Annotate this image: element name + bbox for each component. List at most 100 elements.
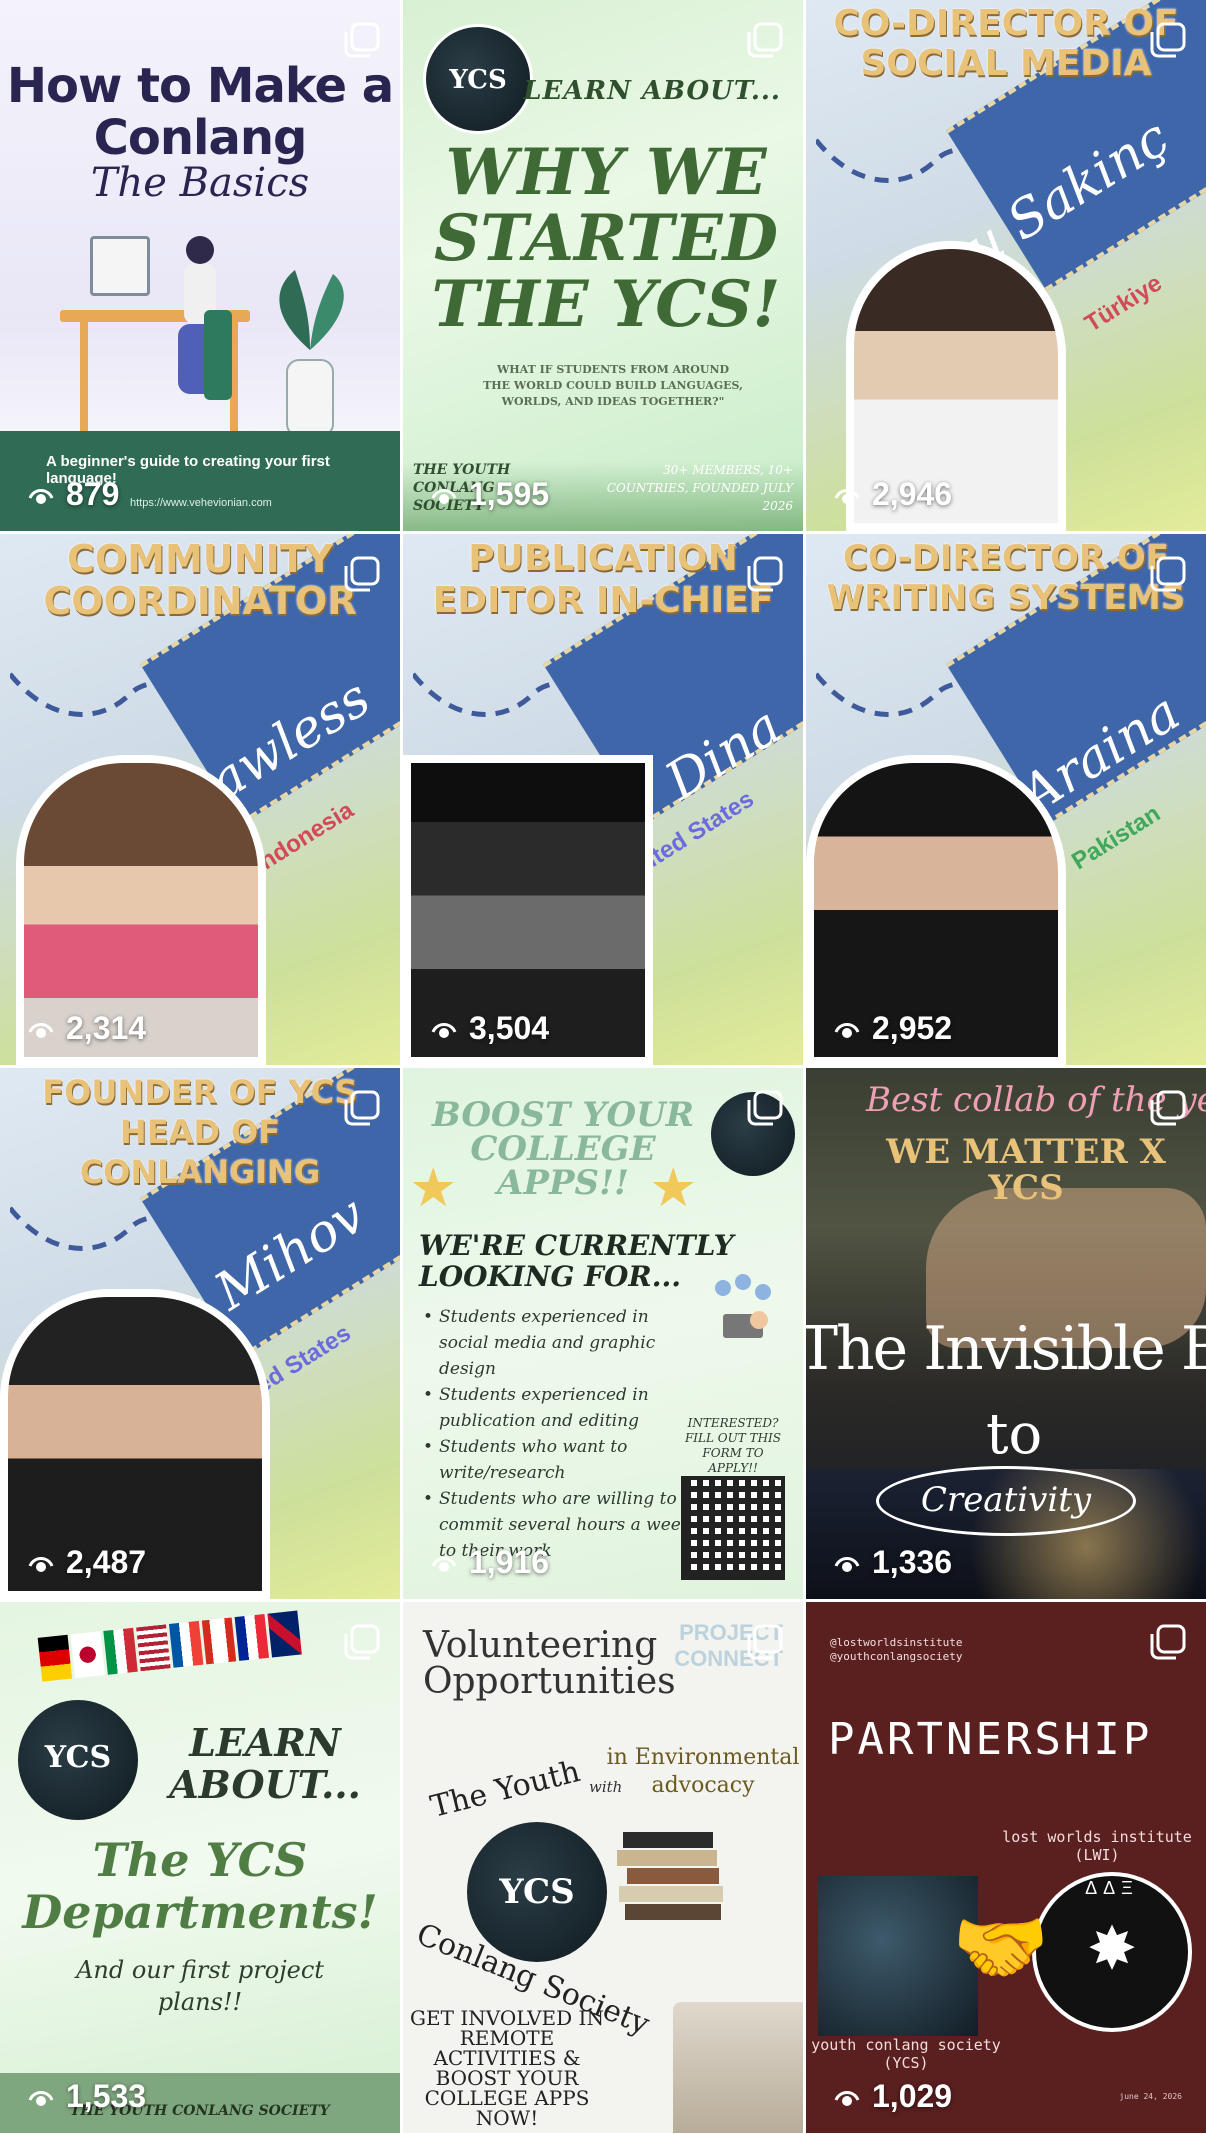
headline-highlight: Creativity xyxy=(876,1466,1136,1536)
post-tile-departments[interactable]: YCS LEARN ABOUT... The YCS Departments! … xyxy=(0,1602,400,2133)
post-headline: Volunteering Opportunities xyxy=(423,1625,676,1702)
lwi-ring-glyphs: ΔΔΞ xyxy=(1085,1878,1139,1898)
list-item: Students who want to write/research xyxy=(423,1434,693,1486)
post-headline: PARTNERSHIP xyxy=(828,1714,1153,1765)
eye-icon xyxy=(28,2090,54,2106)
carousel-icon xyxy=(342,1622,382,1662)
carousel-icon xyxy=(745,20,785,60)
collab-title: WE MATTER X YCS xyxy=(886,1132,1166,1208)
view-count: 2,314 xyxy=(26,1010,146,1047)
view-count: 1,336 xyxy=(832,1544,952,1581)
view-count: 2,946 xyxy=(832,476,952,513)
post-tile-partnership[interactable]: @lostworldsinstitute @youthconlangsociet… xyxy=(806,1602,1206,2133)
staff-country: Pakistan xyxy=(1067,799,1166,876)
post-tile-community[interactable]: COMMUNITY COORDINATOR Flawless Indonesia… xyxy=(0,534,400,1065)
plant-illustration xyxy=(279,270,344,437)
desk-leg xyxy=(80,322,88,432)
post-url: https://www.vehevionian.com xyxy=(130,497,272,509)
view-count: 1,533 xyxy=(26,2078,146,2115)
partner-label: youth conlang society (YCS) xyxy=(811,2036,1001,2072)
eye-icon xyxy=(28,1022,54,1038)
logo-text: YCS xyxy=(449,65,507,95)
eye-icon xyxy=(28,488,54,504)
post-tile-founder[interactable]: FOUNDER OF YCS HEAD OF CONLANGING Max Mi… xyxy=(0,1068,400,1599)
eye-icon xyxy=(431,1556,457,1572)
people-network-icon xyxy=(715,1274,771,1338)
profile-post-grid: How to Make a Conlang The Basics A begin… xyxy=(0,0,1206,2134)
star-icon: ★ xyxy=(409,1158,458,1218)
partner-label: lost worlds institute (LWI) xyxy=(1002,1828,1192,1864)
post-tile-why-we-started[interactable]: YCS LEARN ABOUT... WHY WE STARTED THE YC… xyxy=(403,0,803,531)
post-tile-conlang-basics[interactable]: How to Make a Conlang The Basics A begin… xyxy=(0,0,400,531)
account-handles: @lostworldsinstitute @youthconlangsociet… xyxy=(830,1636,963,1663)
view-count: 879 xyxy=(26,476,119,513)
post-headline: WHY WE STARTED THE YCS! xyxy=(431,135,781,342)
staff-country: Türkiye xyxy=(1079,269,1167,338)
post-tile-boost-college-apps[interactable]: BOOST YOUR COLLEGE APPS!! ★ ★ WE'RE CURR… xyxy=(403,1068,803,1599)
eye-icon xyxy=(834,2090,860,2106)
star-icon: ✸ xyxy=(1086,1915,1138,1982)
view-count-value: 2,952 xyxy=(872,1010,953,1046)
staff-role: PUBLICATION EDITOR IN-CHIEF xyxy=(432,538,774,621)
post-headline: The YCS Departments! xyxy=(22,1833,378,1939)
post-tile-volunteering[interactable]: Volunteering Opportunities PROJECT CONNE… xyxy=(403,1602,803,2133)
post-kicker: LEARN ABOUT... xyxy=(169,1720,361,1807)
ycs-logo: YCS xyxy=(18,1700,138,1820)
list-item: Students experienced in social media and… xyxy=(423,1304,693,1382)
view-count: 2,952 xyxy=(832,1010,952,1047)
view-count-value: 3,504 xyxy=(469,1010,550,1046)
view-count-value: 1,336 xyxy=(872,1544,953,1580)
post-tile-publication[interactable]: PUBLICATION EDITOR IN-CHIEF Dina United … xyxy=(403,534,803,1065)
eye-icon xyxy=(834,488,860,504)
post-subtitle: And our first project plans!! xyxy=(76,1956,324,2016)
carousel-icon xyxy=(342,1088,382,1128)
view-count-value: 879 xyxy=(66,476,120,512)
view-count-value: 1,595 xyxy=(469,476,550,512)
flag-banner xyxy=(37,1606,343,1697)
view-count: 1,595 xyxy=(429,476,549,513)
eye-icon xyxy=(28,1556,54,1572)
carousel-icon xyxy=(745,1088,785,1128)
view-count-value: 2,946 xyxy=(872,476,953,512)
staff-role: CO-DIRECTOR OF SOCIAL MEDIA xyxy=(833,3,1179,84)
carousel-icon xyxy=(342,20,382,60)
staff-role: COMMUNITY COORDINATOR xyxy=(43,537,357,623)
view-count-value: 1,916 xyxy=(469,1544,550,1580)
logo-text: YCS xyxy=(44,1740,112,1775)
view-count: 1,916 xyxy=(429,1544,549,1581)
staff-role: FOUNDER OF YCS HEAD OF CONLANGING xyxy=(42,1073,358,1191)
staff-role: CO-DIRECTOR OF WRITING SYSTEMS xyxy=(826,538,1186,618)
book-stack-illustration xyxy=(617,1832,723,1920)
post-question: WHAT IF STUDENTS FROM AROUND THE WORLD C… xyxy=(483,363,743,408)
carousel-icon xyxy=(1148,554,1188,594)
headline-connector: to xyxy=(986,1402,1043,1467)
post-headline: The Invisible Barrier xyxy=(806,1314,1206,1384)
carousel-icon xyxy=(1148,1622,1188,1662)
view-count-value: 1,533 xyxy=(66,2078,147,2114)
post-kicker: LEARN ABOUT... xyxy=(523,76,781,106)
eye-icon xyxy=(431,1022,457,1038)
handshake-icon: 🤝 xyxy=(952,1903,1050,1991)
post-title: How to Make a Conlang xyxy=(6,58,394,166)
post-subtitle: in Environmental advocacy xyxy=(606,1745,800,1798)
ycs-logo: YCS xyxy=(423,24,533,134)
post-tile-invisible-barrier[interactable]: Best collab of the year WE MATTER X YCS … xyxy=(806,1068,1206,1599)
monitor-illustration xyxy=(90,236,150,296)
view-count: 2,487 xyxy=(26,1544,146,1581)
reader-photo xyxy=(673,2002,803,2133)
view-count: 1,029 xyxy=(832,2078,952,2115)
ycs-logo: YCS xyxy=(467,1822,607,1962)
requirements-list: Students experienced in social media and… xyxy=(423,1304,693,1564)
post-subtitle: The Basics xyxy=(90,160,310,206)
post-date: june 24, 2026 xyxy=(1119,2092,1182,2101)
post-tile-social-media[interactable]: CO-DIRECTOR OF SOCIAL MEDIA Duru Sakinç … xyxy=(806,0,1206,531)
view-count-value: 2,487 xyxy=(66,1544,147,1580)
post-tile-writing-systems[interactable]: CO-DIRECTOR OF WRITING SYSTEMS Araina Pa… xyxy=(806,534,1206,1065)
cta-text: INTERESTED? FILL OUT THIS FORM TO APPLY!… xyxy=(684,1416,782,1475)
view-count: 3,504 xyxy=(429,1010,549,1047)
footer-right: 30+ MEMBERS, 10+ COUNTRIES, FOUNDED JULY… xyxy=(606,463,793,513)
eye-icon xyxy=(834,1022,860,1038)
carousel-icon xyxy=(1148,1088,1188,1128)
carousel-icon xyxy=(342,554,382,594)
cta-text: GET INVOLVED IN REMOTE ACTIVITIES & BOOS… xyxy=(410,2006,604,2130)
